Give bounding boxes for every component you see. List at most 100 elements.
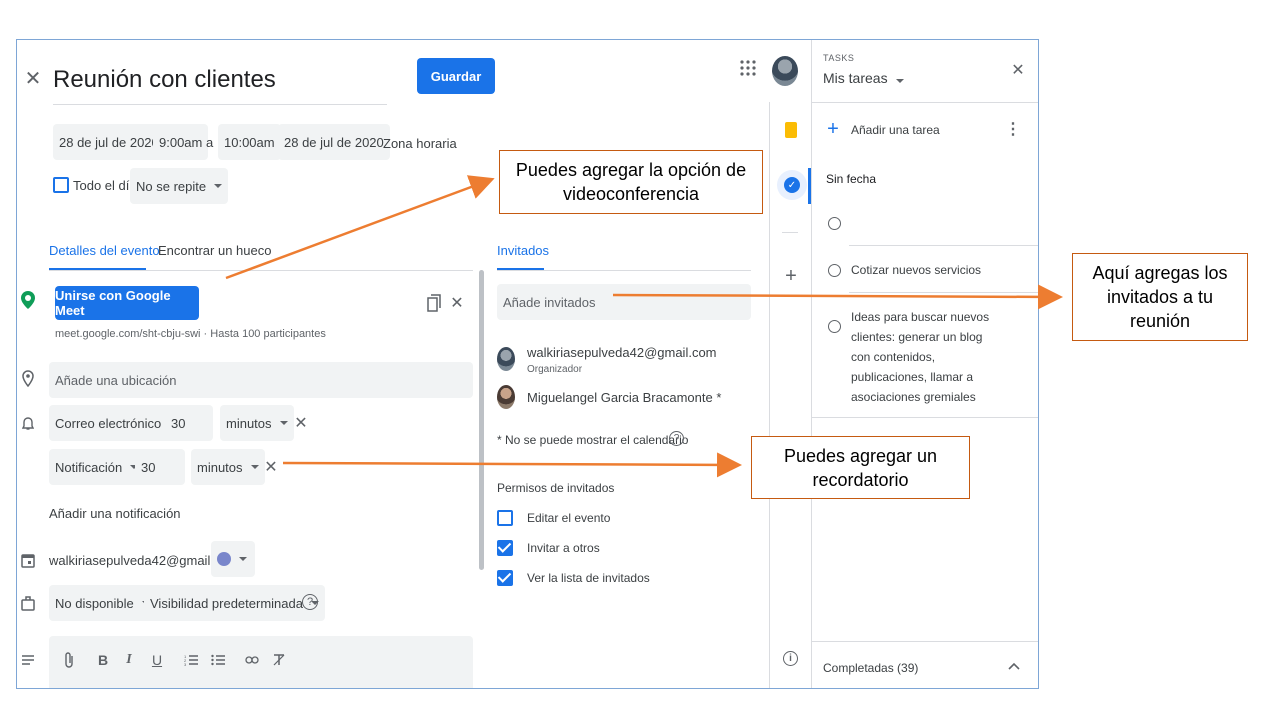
permission-edit-checkbox[interactable] xyxy=(497,510,513,526)
visibility-dropdown[interactable]: Visibilidad predeterminada xyxy=(144,585,325,621)
tab-guests[interactable]: Invitados xyxy=(497,243,549,258)
notification-type-dropdown[interactable]: Correo electrónico xyxy=(49,405,184,441)
bell-icon xyxy=(19,413,37,433)
join-meet-button[interactable]: Unirse con Google Meet xyxy=(55,286,199,320)
remove-notification-icon[interactable]: ✕ xyxy=(293,412,309,434)
calendar-window: ✕ Reunión con clientes Guardar 28 de jul… xyxy=(16,39,1039,689)
avatar xyxy=(497,385,515,409)
chevron-down-icon xyxy=(895,79,904,83)
completed-divider xyxy=(812,641,1038,642)
tasks-list-dropdown[interactable]: Mis tareas xyxy=(823,70,904,86)
bold-icon[interactable]: B xyxy=(95,650,111,670)
callout-videoconference: Puedes agregar la opción de videoconfere… xyxy=(499,150,763,214)
chevron-up-icon[interactable] xyxy=(1007,658,1021,674)
completed-toggle[interactable]: Completadas (39) xyxy=(823,661,918,675)
help-icon[interactable]: ? xyxy=(669,431,684,446)
info-icon[interactable]: i xyxy=(783,651,798,666)
apps-grid-icon[interactable] xyxy=(740,60,756,76)
svg-text:3: 3 xyxy=(184,662,187,666)
notification-type-value: Notificación xyxy=(55,459,123,475)
chevron-down-icon xyxy=(239,557,247,561)
calendar-color-dropdown[interactable] xyxy=(211,541,255,577)
underline-icon[interactable]: U xyxy=(149,650,165,670)
close-icon[interactable]: ✕ xyxy=(23,66,43,90)
more-vert-icon[interactable]: ⋮ xyxy=(1005,120,1021,138)
notification-amount-input[interactable]: 30 xyxy=(165,405,213,441)
add-notification-link[interactable]: Añadir una notificación xyxy=(49,506,181,521)
description-toolbar xyxy=(49,636,473,688)
calendar-icon xyxy=(19,550,37,570)
task-complete-radio[interactable] xyxy=(828,264,841,277)
tab-event-details[interactable]: Detalles del evento xyxy=(49,243,160,258)
help-icon[interactable]: ? xyxy=(302,594,318,610)
copy-icon[interactable] xyxy=(425,292,443,314)
end-time-chip[interactable]: 10:00am xyxy=(218,124,281,160)
keep-icon[interactable] xyxy=(785,122,797,138)
description-lines-icon xyxy=(19,650,37,670)
permission-see-list-checkbox[interactable] xyxy=(497,570,513,586)
permission-label: Invitar a otros xyxy=(527,541,600,555)
event-title-input[interactable]: Reunión con clientes xyxy=(53,66,276,94)
tasks-panel-border xyxy=(811,40,812,688)
task-divider xyxy=(849,245,1038,246)
tasks-list-name: Mis tareas xyxy=(823,70,888,86)
start-time-chip[interactable]: 9:00am xyxy=(153,124,209,160)
timezone-button[interactable]: Zona horaria xyxy=(383,136,457,151)
to-label: a xyxy=(206,135,214,150)
italic-icon[interactable]: I xyxy=(121,650,137,670)
title-underline xyxy=(53,104,387,105)
remove-meet-icon[interactable]: ✕ xyxy=(449,292,465,314)
chevron-down-icon xyxy=(279,421,288,425)
location-input[interactable]: Añade una ubicación xyxy=(49,362,473,398)
task-item[interactable]: Cotizar nuevos servicios xyxy=(851,263,981,277)
task-complete-radio[interactable] xyxy=(828,217,841,230)
scrollbar[interactable] xyxy=(479,270,484,570)
link-icon[interactable] xyxy=(244,650,260,670)
notification-unit-dropdown[interactable]: minutos xyxy=(191,449,265,485)
close-tasks-icon[interactable]: ✕ xyxy=(1010,60,1026,80)
chevron-down-icon xyxy=(250,465,259,469)
remove-notification-icon[interactable]: ✕ xyxy=(263,456,279,478)
tasks-check-icon: ✓ xyxy=(784,177,800,193)
permission-label: Editar el evento xyxy=(527,511,611,525)
tasks-header-small: TASKS xyxy=(823,53,855,63)
meet-icon xyxy=(19,290,37,310)
bulleted-list-icon[interactable] xyxy=(210,650,226,670)
tabs-divider xyxy=(49,270,473,271)
callout-guests: Aquí agregas los invitados a tu reunión xyxy=(1072,253,1248,341)
notification-unit-dropdown[interactable]: minutos xyxy=(220,405,294,441)
add-task-button[interactable]: Añadir una tarea xyxy=(851,123,940,137)
notification-unit-value: minutos xyxy=(197,459,243,475)
attachment-icon[interactable] xyxy=(61,650,77,670)
repeat-dropdown[interactable]: No se repite xyxy=(130,168,229,204)
guests-divider xyxy=(497,270,751,271)
add-task-icon[interactable]: + xyxy=(825,118,841,140)
clear-formatting-icon[interactable] xyxy=(271,650,287,670)
all-day-checkbox[interactable] xyxy=(53,177,69,193)
add-addon-icon[interactable]: + xyxy=(781,265,801,287)
availability-dropdown[interactable]: No disponible xyxy=(49,585,156,621)
end-date-chip[interactable]: 28 de jul de 2020 xyxy=(278,124,390,160)
notification-type-value: Correo electrónico xyxy=(55,415,162,431)
repeat-value: No se repite xyxy=(136,178,207,194)
avatar[interactable] xyxy=(772,56,798,86)
guest-role: Organizador xyxy=(527,364,583,375)
strip-divider xyxy=(782,232,798,233)
tasks-icon[interactable]: ✓ xyxy=(777,170,807,200)
start-date-chip[interactable]: 28 de jul de 2020 xyxy=(53,124,165,160)
save-button[interactable]: Guardar xyxy=(417,58,495,94)
guest-name: Miguelangel Garcia Bracamonte * xyxy=(527,390,722,405)
permission-invite-checkbox[interactable] xyxy=(497,540,513,556)
numbered-list-icon[interactable]: 123 xyxy=(183,650,199,670)
task-complete-radio[interactable] xyxy=(828,320,841,333)
notification-type-dropdown[interactable]: Notificación xyxy=(49,449,145,485)
calendar-note: * No se puede mostrar el calendario xyxy=(497,433,689,447)
notification-amount-input[interactable]: 30 xyxy=(135,449,185,485)
callout-reminder: Puedes agregar un recordatorio xyxy=(751,436,970,499)
tab-find-time[interactable]: Encontrar un hueco xyxy=(158,243,271,258)
briefcase-icon xyxy=(19,593,37,613)
task-item[interactable]: Ideas para buscar nuevos clientes: gener… xyxy=(851,307,997,407)
calendar-color-swatch xyxy=(217,552,231,566)
side-panel-divider xyxy=(769,102,770,688)
add-guests-input[interactable]: Añade invitados xyxy=(497,284,751,320)
